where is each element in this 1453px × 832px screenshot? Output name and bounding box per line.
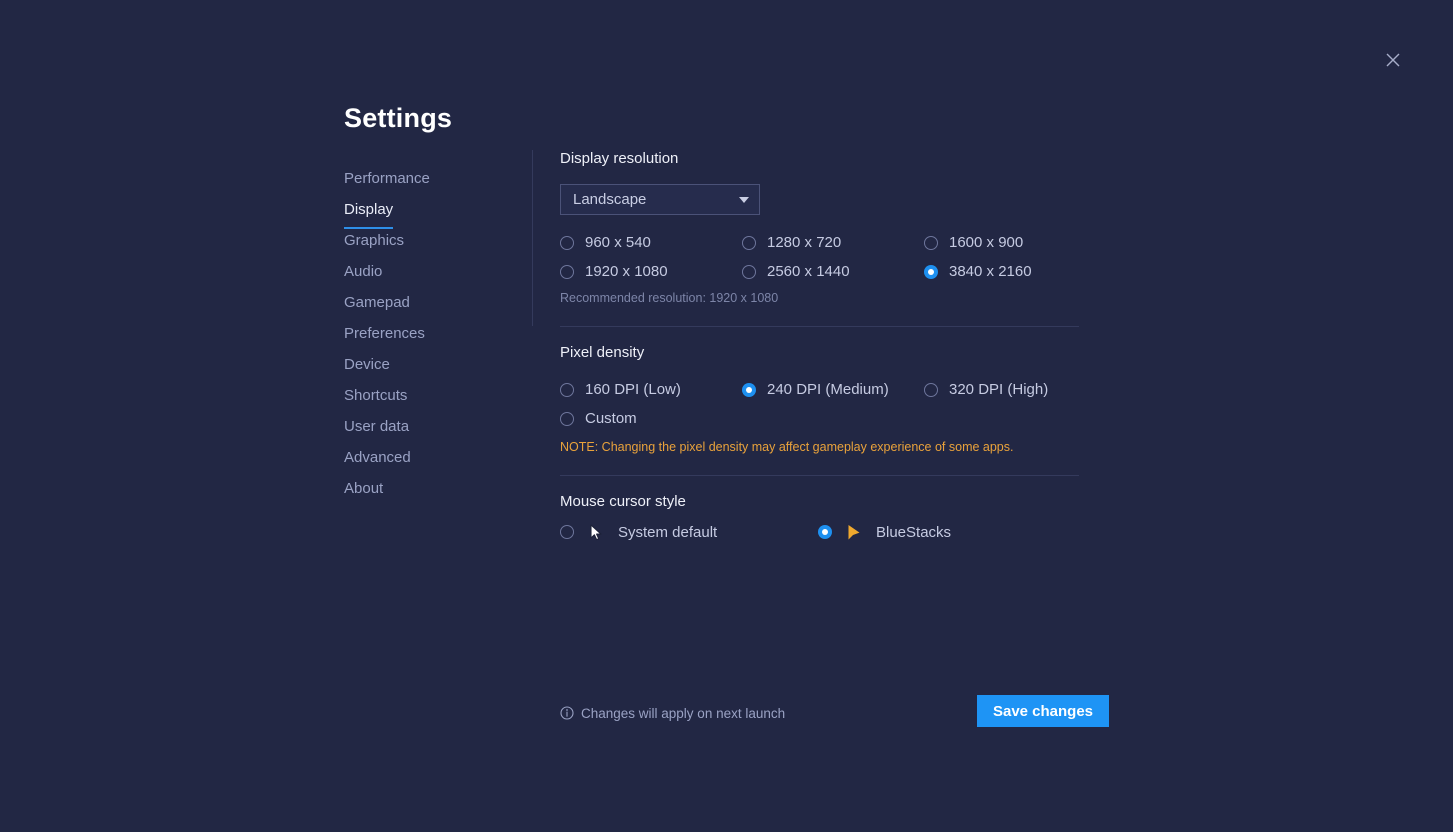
orientation-select-value: Landscape: [573, 191, 647, 208]
pixel-density-option-label: 320 DPI (High): [949, 381, 1049, 398]
radio-indicator: [560, 235, 574, 250]
recommended-resolution-hint: Recommended resolution: 1920 x 1080: [560, 291, 779, 305]
resolution-option-label: 1280 x 720: [767, 234, 842, 251]
sidebar-item-label: Performance: [344, 170, 430, 187]
sidebar-item-advanced[interactable]: Advanced: [344, 442, 514, 473]
apply-note: Changes will apply on next launch: [560, 706, 785, 721]
sidebar-item-label: Advanced: [344, 449, 411, 466]
display-resolution-title: Display resolution: [560, 150, 679, 167]
chevron-down-icon: [739, 196, 749, 203]
sidebar-item-label: About: [344, 480, 384, 497]
mouse-cursor-options: System default BlueStacks: [560, 522, 1079, 542]
resolution-option-960x540[interactable]: 960 x 540: [560, 228, 742, 257]
pixel-density-option-label: 160 DPI (Low): [585, 381, 681, 398]
sidebar-item-label: User data: [344, 418, 410, 435]
info-icon: [560, 706, 574, 720]
resolution-option-label: 960 x 540: [585, 234, 651, 251]
pixel-density-option-160[interactable]: 160 DPI (Low): [560, 375, 742, 404]
sidebar-item-label: Display: [344, 194, 394, 229]
pixel-density-option-label: Custom: [585, 410, 637, 427]
resolution-option-label: 1600 x 900: [949, 234, 1024, 251]
page-title: Settings: [344, 103, 453, 133]
sidebar-item-performance[interactable]: Performance: [344, 163, 514, 194]
save-changes-button[interactable]: Save changes: [977, 695, 1109, 727]
sidebar-item-gamepad[interactable]: Gamepad: [344, 287, 514, 318]
pixel-density-option-240[interactable]: 240 DPI (Medium): [742, 375, 924, 404]
resolution-option-label: 2560 x 1440: [767, 263, 850, 280]
radio-indicator: [560, 382, 574, 397]
resolution-option-1280x720[interactable]: 1280 x 720: [742, 228, 924, 257]
resolution-option-label: 3840 x 2160: [949, 263, 1032, 280]
radio-indicator: [924, 235, 938, 250]
sidebar-item-device[interactable]: Device: [344, 349, 514, 380]
mouse-cursor-title: Mouse cursor style: [560, 493, 686, 510]
pixel-density-section: Pixel density 160 DPI (Low) 240 DPI (Med…: [560, 344, 1079, 454]
pixel-density-option-custom[interactable]: Custom: [560, 404, 742, 433]
apply-note-text: Changes will apply on next launch: [581, 705, 786, 721]
system-cursor-icon: [587, 522, 605, 542]
section-divider: [560, 475, 1079, 476]
radio-indicator: [924, 264, 938, 279]
resolution-option-1920x1080[interactable]: 1920 x 1080: [560, 257, 742, 286]
pixel-density-option-320[interactable]: 320 DPI (High): [924, 375, 1079, 404]
radio-indicator: [560, 411, 574, 426]
radio-indicator: [742, 264, 756, 279]
radio-indicator: [560, 525, 574, 539]
pixel-density-title: Pixel density: [560, 344, 645, 361]
sidebar-item-label: Preferences: [344, 325, 425, 342]
radio-indicator: [742, 235, 756, 250]
sidebar-item-about[interactable]: About: [344, 473, 514, 504]
sidebar-item-label: Gamepad: [344, 294, 410, 311]
pixel-density-options: 160 DPI (Low) 240 DPI (Medium) 320 DPI (…: [560, 375, 1079, 433]
bluestacks-cursor-icon: [845, 522, 863, 542]
cursor-option-label: BlueStacks: [876, 523, 952, 541]
resolution-option-3840x2160[interactable]: 3840 x 2160: [924, 257, 1079, 286]
cursor-option-system-default[interactable]: System default: [560, 522, 818, 542]
sidebar-item-display[interactable]: Display: [344, 194, 514, 229]
sidebar-divider: [532, 150, 533, 326]
pixel-density-option-label: 240 DPI (Medium): [767, 381, 889, 398]
cursor-option-label: System default: [618, 523, 718, 541]
display-resolution-section: Display resolution Landscape 960 x 540 1…: [560, 150, 1079, 305]
sidebar-item-user-data[interactable]: User data: [344, 411, 514, 442]
sidebar-item-audio[interactable]: Audio: [344, 256, 514, 287]
resolution-options: 960 x 540 1280 x 720 1600 x 900 1920 x 1…: [560, 228, 1079, 286]
display-settings-panel: Display resolution Landscape 960 x 540 1…: [560, 150, 1079, 542]
resolution-option-2560x1440[interactable]: 2560 x 1440: [742, 257, 924, 286]
settings-footer: Changes will apply on next launch Save c…: [560, 695, 1109, 731]
sidebar-item-label: Shortcuts: [344, 387, 408, 404]
pixel-density-note: NOTE: Changing the pixel density may aff…: [560, 440, 1014, 454]
orientation-select[interactable]: Landscape: [560, 184, 760, 215]
resolution-option-1600x900[interactable]: 1600 x 900: [924, 228, 1079, 257]
sidebar-item-label: Graphics: [344, 232, 405, 249]
sidebar-item-shortcuts[interactable]: Shortcuts: [344, 380, 514, 411]
radio-indicator: [560, 264, 574, 279]
sidebar-item-label: Device: [344, 356, 390, 373]
section-divider: [560, 326, 1079, 327]
close-button[interactable]: [1381, 48, 1405, 72]
settings-sidebar: Performance Display Graphics Audio Gamep…: [344, 163, 514, 504]
radio-indicator: [742, 382, 756, 397]
resolution-option-label: 1920 x 1080: [585, 263, 668, 280]
radio-indicator: [924, 382, 938, 397]
radio-indicator: [818, 525, 832, 539]
cursor-option-bluestacks[interactable]: BlueStacks: [818, 522, 951, 542]
sidebar-item-preferences[interactable]: Preferences: [344, 318, 514, 349]
mouse-cursor-section: Mouse cursor style System default BlueSt…: [560, 493, 1079, 542]
close-icon: [1385, 52, 1401, 68]
sidebar-item-label: Audio: [344, 263, 383, 280]
sidebar-item-graphics[interactable]: Graphics: [344, 225, 514, 256]
